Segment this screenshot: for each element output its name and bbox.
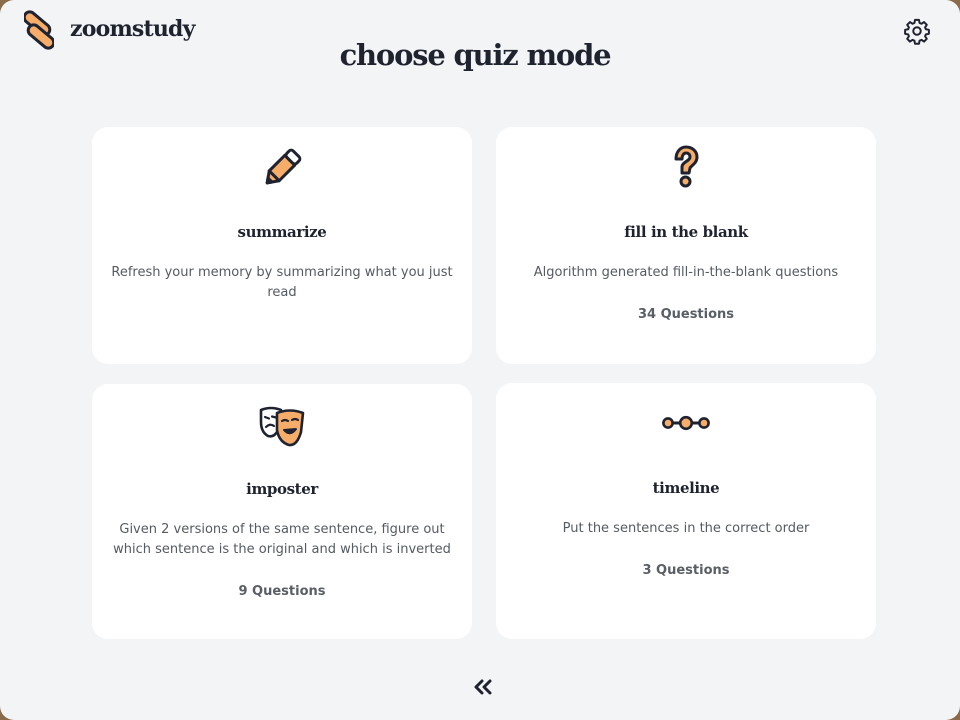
question-count: 3 Questions: [642, 563, 730, 578]
mode-card-imposter[interactable]: imposter Given 2 versions of the same se…: [92, 384, 472, 639]
mode-description: Given 2 versions of the same sentence, f…: [113, 522, 451, 557]
timeline-dots-icon: [662, 415, 710, 431]
mode-card-fill-in-the-blank[interactable]: fill in the blank Algorithm generated fi…: [496, 127, 876, 364]
theater-masks-icon: [259, 406, 305, 447]
app-window: zoomstudy choose quiz mode summarize Ref…: [0, 0, 960, 720]
page-title: choose quiz mode: [339, 38, 612, 72]
mode-description: Refresh your memory by summarizing what …: [111, 265, 453, 300]
question-count: 9 Questions: [238, 584, 326, 599]
mode-title: fill in the blank: [624, 223, 748, 241]
mode-card-summarize[interactable]: summarize Refresh your memory by summari…: [92, 127, 472, 364]
mode-title: summarize: [237, 223, 327, 241]
mode-description: Algorithm generated fill-in-the-blank qu…: [533, 265, 839, 280]
mode-title: imposter: [246, 480, 318, 498]
mode-card-timeline[interactable]: timeline Put the sentences in the correc…: [496, 383, 876, 639]
pencil-icon: [265, 148, 302, 185]
question-count: 34 Questions: [637, 307, 735, 322]
mode-title: timeline: [652, 479, 720, 497]
mode-description: Put the sentences in the correct order: [562, 521, 810, 536]
double-chevron-left-icon[interactable]: [471, 677, 495, 697]
question-mark-icon: [674, 145, 699, 188]
